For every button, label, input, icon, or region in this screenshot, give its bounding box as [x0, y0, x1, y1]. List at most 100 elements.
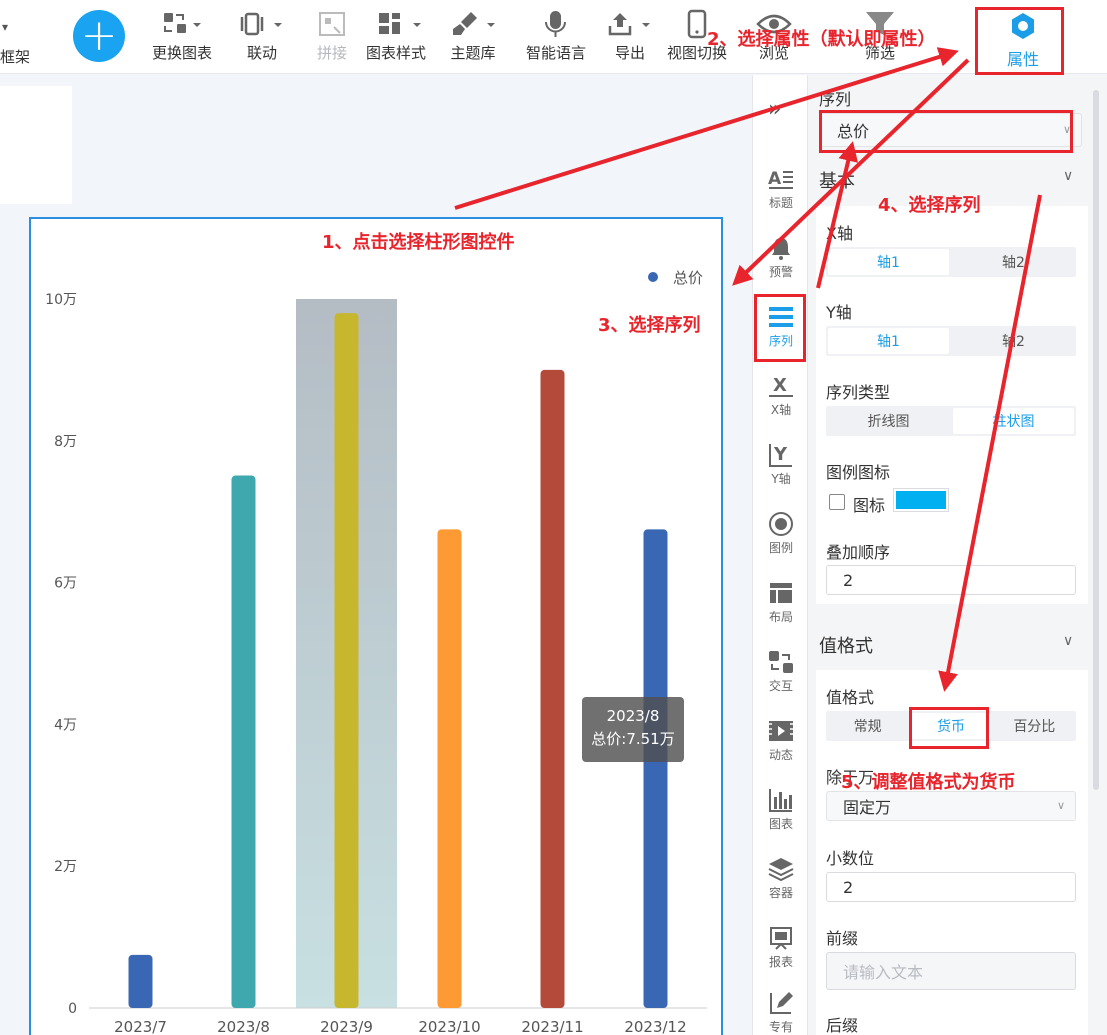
- y-axis-icon: Y: [767, 440, 795, 470]
- side-item-legend[interactable]: 图例: [753, 502, 809, 562]
- report-icon: [767, 923, 795, 953]
- change-chart-icon: [160, 8, 204, 40]
- collapse-panel-icon[interactable]: »: [768, 97, 781, 122]
- toolbar-label: 主题库: [450, 44, 496, 62]
- frame-dropdown-caret[interactable]: ▾: [2, 20, 8, 34]
- toolbar-frame-label[interactable]: 框架: [0, 46, 30, 67]
- side-item-label: 图例: [768, 540, 793, 555]
- chart-tooltip: 2023/8 总价:7.51万: [582, 697, 684, 762]
- side-item-interaction[interactable]: 交互: [753, 640, 809, 700]
- series-type-bar[interactable]: 柱状图: [953, 408, 1074, 434]
- bar-chart: 0 2万 4万 6万 8万 10万 2023/7 2023/8 2023/9 2023/10 202…: [45, 269, 707, 1035]
- chevron-down-icon: ∨: [1056, 799, 1065, 812]
- side-item-label: 图表: [768, 816, 793, 831]
- x-tick-label: 2023/10: [418, 1018, 480, 1035]
- bar-2023/11: [540, 369, 565, 1008]
- side-item-label: Y轴: [771, 471, 791, 486]
- side-item-label: 交互: [768, 678, 793, 693]
- side-item-label: 报表: [768, 954, 793, 969]
- y-axis-segmented: 轴1 轴2: [826, 326, 1076, 356]
- side-item-container[interactable]: 容器: [753, 847, 809, 907]
- series-label: 序列: [819, 90, 852, 109]
- y-axis-option-2[interactable]: 轴2: [953, 328, 1074, 354]
- bar-chart-widget[interactable]: 0 2万 4万 6万 8万 10万 2023/7 2023/8 2023/9 2023/10 202…: [29, 217, 723, 1035]
- x-axis-label: X轴: [826, 224, 853, 243]
- side-item-report[interactable]: 报表: [753, 916, 809, 976]
- side-item-y-axis[interactable]: Y Y轴: [753, 433, 809, 493]
- bar-2023/12: [643, 529, 668, 1008]
- toolbar-label: 图表样式: [366, 44, 427, 62]
- x-tick-label: 2023/8: [217, 1018, 270, 1035]
- export-button[interactable]: 导出: [606, 8, 654, 70]
- divide-select[interactable]: 固定万 ∨: [826, 791, 1076, 821]
- bar-2023/8: [231, 475, 256, 1008]
- side-item-proprietary[interactable]: 专有: [753, 981, 809, 1035]
- value-format-normal[interactable]: 常规: [828, 713, 907, 739]
- splice-button[interactable]: 拼接: [316, 8, 348, 70]
- side-item-layout[interactable]: 布局: [753, 571, 809, 631]
- annotation-step3: 3、选择序列: [598, 315, 701, 336]
- toolbar-label: 联动: [246, 44, 277, 62]
- prefix-label: 前缀: [826, 929, 859, 948]
- prefix-input[interactable]: 请输入文本: [826, 952, 1076, 990]
- edit-icon: [767, 988, 795, 1018]
- annotation-box-series-tab: [754, 294, 806, 362]
- annotation-step4: 4、选择序列: [878, 195, 981, 216]
- y-axis-option-1[interactable]: 轴1: [828, 328, 949, 354]
- layout-icon: [767, 578, 795, 608]
- y-tick-label: 6万: [54, 576, 77, 592]
- add-component-button[interactable]: +: [73, 10, 125, 62]
- bell-icon: [768, 233, 794, 263]
- legend-icon: [767, 509, 795, 539]
- decimals-label: 小数位: [826, 849, 875, 868]
- toolbar-label: 智能语言: [525, 44, 586, 62]
- side-item-alert[interactable]: 预警: [753, 226, 809, 286]
- canvas-widget-placeholder[interactable]: [0, 86, 72, 204]
- value-format-percent[interactable]: 百分比: [995, 713, 1074, 739]
- theme-library-button[interactable]: 主题库: [447, 8, 499, 70]
- chart-icon: [767, 785, 795, 815]
- annotation-box-properties: [975, 7, 1064, 75]
- chevron-down-icon[interactable]: ∨: [1063, 633, 1073, 649]
- toolbar-label: 拼接: [316, 44, 347, 62]
- side-item-label: 预警: [768, 264, 793, 279]
- svg-text:Y: Y: [773, 444, 788, 465]
- chart-style-button[interactable]: 图表样式: [366, 8, 426, 70]
- legend-label: 总价: [673, 269, 703, 287]
- decimals-input[interactable]: 2: [826, 872, 1076, 902]
- series-type-segmented: 折线图 柱状图: [826, 406, 1076, 436]
- smart-language-button[interactable]: 智能语言: [522, 8, 590, 70]
- panel-scrollbar[interactable]: [1093, 90, 1099, 790]
- legend-color-swatch[interactable]: [893, 488, 949, 512]
- series-type-label: 序列类型: [826, 383, 891, 402]
- stack-order-input[interactable]: 2: [826, 565, 1076, 595]
- splice-icon: [316, 8, 348, 40]
- change-chart-button[interactable]: 更换图表: [152, 8, 212, 70]
- side-item-label: 专有: [768, 1019, 793, 1034]
- stack-order-label: 叠加顺序: [826, 543, 891, 562]
- side-item-label: 容器: [768, 885, 793, 900]
- side-item-title[interactable]: A 标题: [753, 157, 809, 217]
- side-item-animation[interactable]: 动态: [753, 709, 809, 769]
- toolbar-label: 更换图表: [152, 44, 213, 62]
- svg-text:A: A: [768, 169, 782, 189]
- side-item-chart[interactable]: 图表: [753, 778, 809, 838]
- svg-text:X: X: [773, 375, 787, 396]
- legend-icon-checkbox[interactable]: [829, 494, 845, 510]
- decimals-value: 2: [843, 877, 854, 897]
- x-axis-segmented: 轴1 轴2: [826, 247, 1076, 277]
- series-type-line[interactable]: 折线图: [828, 408, 949, 434]
- toolbar-label: 导出: [614, 44, 645, 62]
- x-tick-label: 2023/9: [320, 1018, 373, 1035]
- linkage-button[interactable]: 联动: [238, 8, 286, 70]
- value-format-section-title: 值格式: [819, 636, 873, 657]
- y-tick-label: 2万: [54, 859, 77, 875]
- x-axis-option-2[interactable]: 轴2: [953, 249, 1074, 275]
- side-item-x-axis[interactable]: X X轴: [753, 364, 809, 424]
- annotation-step5: 5、调整值格式为货币: [841, 772, 1016, 793]
- y-tick-label: 0: [68, 1001, 77, 1017]
- brush-icon: [447, 8, 499, 40]
- x-axis-option-1[interactable]: 轴1: [828, 249, 949, 275]
- chevron-down-icon[interactable]: ∨: [1063, 168, 1073, 184]
- plus-icon: +: [80, 10, 118, 61]
